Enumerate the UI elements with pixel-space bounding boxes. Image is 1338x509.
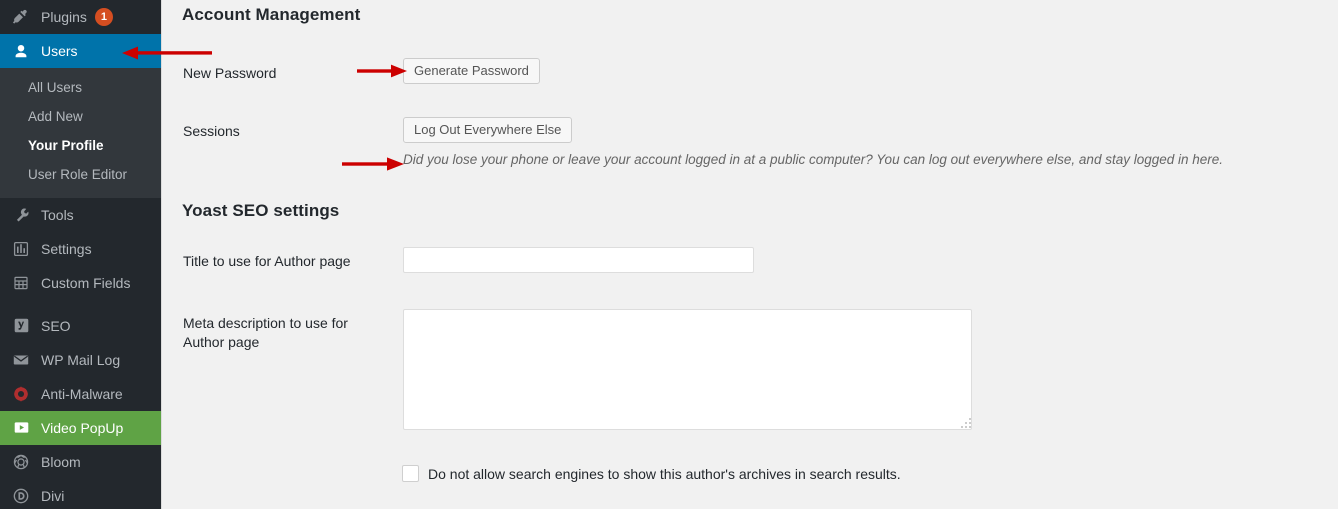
sidebar-item-video-popup[interactable]: Video PopUp bbox=[0, 410, 161, 445]
sidebar-item-add-new[interactable]: Add New bbox=[0, 103, 161, 132]
divi-letter-icon bbox=[10, 486, 32, 506]
wrench-icon bbox=[10, 205, 32, 225]
main-content: Account Management New Password Generate… bbox=[170, 0, 1338, 509]
sessions-hint-text: Did you lose your phone or leave your ac… bbox=[403, 152, 1224, 167]
sidebar-item-label: SEO bbox=[41, 317, 71, 334]
users-submenu: All Users Add New Your Profile User Role… bbox=[0, 68, 161, 198]
sidebar-item-label: Settings bbox=[41, 240, 92, 257]
sidebar-item-label: Video PopUp bbox=[41, 419, 124, 436]
sidebar-item-all-users[interactable]: All Users bbox=[0, 74, 161, 103]
sidebar-item-users[interactable]: Users bbox=[0, 34, 161, 68]
sidebar-edge-divider bbox=[161, 0, 170, 509]
screenshot-root: Plugins 1 Users All Users Add New Your P… bbox=[0, 0, 1338, 509]
generate-password-button[interactable]: Generate Password bbox=[403, 58, 540, 84]
shield-virus-icon bbox=[10, 384, 32, 404]
table-icon bbox=[10, 273, 32, 293]
log-out-everywhere-button[interactable]: Log Out Everywhere Else bbox=[403, 117, 573, 143]
sidebar-item-label: Divi bbox=[41, 487, 65, 504]
bloom-flower-icon bbox=[10, 452, 32, 472]
sidebar-item-plugins[interactable]: Plugins 1 bbox=[0, 0, 161, 34]
noindex-author-archives-row[interactable]: Do not allow search engines to show this… bbox=[402, 465, 901, 482]
sidebar-item-label: Users bbox=[41, 43, 78, 59]
noindex-author-archives-checkbox[interactable] bbox=[402, 465, 419, 482]
sidebar-item-bloom[interactable]: Bloom bbox=[0, 445, 161, 479]
sidebar-item-divi[interactable]: Divi bbox=[0, 479, 161, 509]
users-icon bbox=[10, 41, 32, 61]
plugin-icon bbox=[10, 7, 32, 27]
sidebar-item-user-role-editor[interactable]: User Role Editor bbox=[0, 161, 161, 190]
yoast-seo-settings-heading: Yoast SEO settings bbox=[182, 201, 340, 220]
sidebar-item-label: Bloom bbox=[41, 453, 81, 470]
sidebar-item-custom-fields[interactable]: Custom Fields bbox=[0, 266, 161, 300]
envelope-icon bbox=[10, 350, 32, 370]
author-title-input[interactable] bbox=[403, 247, 754, 273]
play-button-icon bbox=[10, 418, 32, 438]
sidebar-item-wp-mail-log[interactable]: WP Mail Log bbox=[0, 343, 161, 377]
noindex-author-archives-label[interactable]: Do not allow search engines to show this… bbox=[428, 466, 901, 482]
sidebar-item-label: Tools bbox=[41, 206, 74, 223]
sessions-label: Sessions bbox=[183, 123, 240, 139]
sidebar-item-anti-malware[interactable]: Anti-Malware bbox=[0, 377, 161, 411]
author-meta-description-textarea[interactable] bbox=[403, 309, 972, 430]
sidebar-item-label: Custom Fields bbox=[41, 274, 131, 291]
admin-sidebar: Plugins 1 Users All Users Add New Your P… bbox=[0, 0, 161, 509]
plugins-update-badge: 1 bbox=[94, 8, 113, 26]
sidebar-item-label: Anti-Malware bbox=[41, 385, 123, 402]
author-meta-description-label: Meta description to use for Author page bbox=[183, 315, 348, 350]
sidebar-item-tools[interactable]: Tools bbox=[0, 198, 161, 232]
sidebar-item-settings[interactable]: Settings bbox=[0, 232, 161, 266]
sidebar-separator bbox=[0, 299, 161, 309]
yoast-icon bbox=[10, 316, 32, 336]
sliders-icon bbox=[10, 239, 32, 259]
new-password-label: New Password bbox=[183, 65, 277, 81]
sidebar-item-your-profile[interactable]: Your Profile bbox=[0, 132, 161, 161]
sidebar-item-label: Plugins bbox=[41, 9, 87, 25]
sidebar-item-seo[interactable]: SEO bbox=[0, 309, 161, 343]
sidebar-item-label: WP Mail Log bbox=[41, 351, 121, 368]
account-management-heading: Account Management bbox=[182, 5, 361, 24]
author-title-label: Title to use for Author page bbox=[183, 253, 351, 269]
